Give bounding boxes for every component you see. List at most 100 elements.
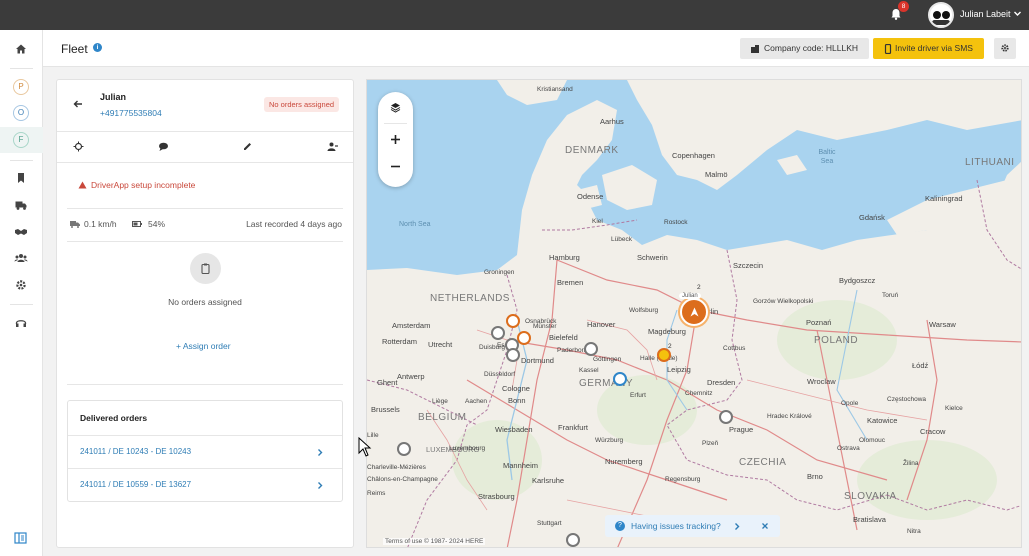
city-label: Bonn bbox=[508, 396, 526, 405]
vehicle-marker[interactable] bbox=[506, 314, 520, 328]
home-icon[interactable] bbox=[14, 42, 28, 56]
vehicle-marker[interactable] bbox=[506, 348, 520, 362]
nav-item-p[interactable]: P bbox=[13, 79, 29, 95]
truck-icon[interactable] bbox=[14, 198, 28, 212]
delivered-orders-title: Delivered orders bbox=[80, 413, 148, 423]
navigation-arrow-icon bbox=[690, 307, 699, 317]
city-label: Charleville-Mézières bbox=[367, 464, 426, 471]
city-label: Hanover bbox=[587, 320, 616, 329]
zoom-in-icon[interactable] bbox=[390, 134, 401, 145]
user-name[interactable]: Julian Labeit bbox=[960, 9, 1011, 19]
map-controls bbox=[378, 92, 413, 187]
zoom-out-icon[interactable] bbox=[390, 161, 401, 172]
city-label: Nitra bbox=[907, 528, 921, 535]
tracking-help-banner[interactable]: ? Having issues tracking? bbox=[605, 515, 780, 537]
avatar[interactable] bbox=[928, 2, 954, 28]
city-label: Kristiansand bbox=[537, 86, 573, 93]
city-label: Wroclaw bbox=[807, 377, 836, 386]
city-label: Antwerp bbox=[397, 372, 425, 381]
vehicle-marker[interactable] bbox=[613, 372, 627, 386]
city-label: Würzburg bbox=[595, 437, 624, 444]
vehicle-marker[interactable] bbox=[491, 326, 505, 340]
country-label: BELGIUM bbox=[418, 412, 467, 423]
layers-icon[interactable] bbox=[390, 102, 401, 113]
building-icon bbox=[751, 45, 759, 53]
vehicle-marker[interactable] bbox=[517, 331, 531, 345]
city-label: Frankfurt bbox=[558, 423, 589, 432]
tracking-help-text: Having issues tracking? bbox=[631, 521, 721, 531]
city-label: Chemnitz bbox=[685, 390, 713, 397]
country-label: NETHERLANDS bbox=[430, 293, 510, 304]
nav-item-f[interactable]: F bbox=[13, 132, 29, 148]
back-arrow-icon[interactable] bbox=[72, 98, 84, 110]
assign-order-label: Assign order bbox=[182, 341, 231, 351]
city-label: Toruń bbox=[882, 292, 899, 299]
delivered-orders-card: Delivered orders 241011 / DE 10243 - DE … bbox=[67, 400, 343, 502]
battery-icon bbox=[132, 221, 142, 227]
city-label: Bratislava bbox=[853, 515, 886, 524]
handshake-icon[interactable] bbox=[14, 225, 28, 239]
locate-icon[interactable] bbox=[73, 141, 84, 152]
delivered-order-row[interactable]: 241011 / DE 10559 - DE 13627 bbox=[68, 468, 342, 501]
team-icon[interactable] bbox=[14, 251, 28, 265]
status-badge: No orders assigned bbox=[264, 97, 340, 112]
assign-order-button[interactable]: + Assign order bbox=[176, 341, 231, 351]
city-label: Mannheim bbox=[503, 461, 539, 470]
top-bar: 8 Julian Labeit bbox=[0, 0, 1029, 30]
warning-icon bbox=[78, 181, 87, 189]
settings-button[interactable] bbox=[994, 38, 1016, 59]
country-label: POLAND bbox=[814, 335, 859, 346]
city-label: Karlsruhe bbox=[532, 476, 565, 485]
truck-icon bbox=[70, 221, 80, 228]
city-label: Erfurt bbox=[630, 392, 646, 399]
remove-user-icon[interactable] bbox=[327, 141, 338, 152]
driver-phone[interactable]: +491775535804 bbox=[100, 108, 162, 118]
headset-icon[interactable] bbox=[14, 316, 28, 330]
vehicle-marker[interactable] bbox=[566, 533, 580, 547]
page-header: Fleet i Company code: HLLLKH Invite driv… bbox=[43, 30, 1029, 67]
city-label: Malmö bbox=[705, 170, 728, 179]
city-label: Amsterdam bbox=[392, 321, 431, 330]
invite-driver-button[interactable]: Invite driver via SMS bbox=[873, 38, 984, 59]
city-label: Łódź bbox=[912, 361, 929, 370]
vehicle-marker[interactable] bbox=[397, 442, 411, 456]
map-attribution[interactable]: Terms of use © 1987- 2024 HERE bbox=[383, 538, 486, 545]
city-label: Cottbus bbox=[723, 345, 746, 352]
city-label: Göttingen bbox=[593, 356, 622, 363]
city-label: Aarhus bbox=[600, 117, 624, 126]
setup-warning: DriverApp setup incomplete bbox=[91, 180, 196, 190]
city-label: Hradec Králové bbox=[767, 413, 812, 420]
phone-icon bbox=[884, 44, 892, 54]
close-icon[interactable] bbox=[761, 522, 769, 530]
gear-icon[interactable] bbox=[14, 278, 28, 292]
delivered-order-row[interactable]: 241011 / DE 10243 - DE 10243 bbox=[68, 435, 342, 468]
chat-icon[interactable] bbox=[158, 141, 169, 152]
city-label: Dortmund bbox=[521, 356, 554, 365]
city-label: Düsseldorf bbox=[484, 371, 516, 378]
city-label: Odense bbox=[577, 192, 604, 201]
vehicle-marker[interactable] bbox=[719, 410, 733, 424]
sidebar-toggle-icon[interactable] bbox=[14, 532, 27, 544]
driver-location-marker[interactable] bbox=[680, 298, 708, 326]
bookmark-icon[interactable] bbox=[14, 171, 28, 185]
country-label: LITHUANI bbox=[965, 157, 1015, 168]
city-label: Bremen bbox=[557, 278, 584, 287]
chevron-down-icon[interactable] bbox=[1013, 9, 1022, 18]
chevron-right-icon bbox=[318, 449, 323, 456]
city-label: Bydgoszcz bbox=[839, 276, 876, 285]
company-code-button[interactable]: Company code: HLLLKH bbox=[740, 38, 869, 59]
city-label: Poznań bbox=[806, 318, 832, 327]
city-label: Bielefeld bbox=[549, 333, 578, 342]
info-icon[interactable]: i bbox=[93, 43, 102, 52]
city-label: Hamburg bbox=[549, 253, 580, 262]
city-label: Nuremberg bbox=[605, 457, 643, 466]
chevron-right-icon[interactable] bbox=[733, 522, 741, 531]
page-title: Fleet bbox=[61, 42, 88, 56]
sea-label: Baltic Sea bbox=[818, 149, 836, 165]
city-label: Katowice bbox=[867, 416, 898, 425]
fleet-map[interactable]: DENMARK NETHERLANDS GERMANY POLAND BELGI… bbox=[366, 79, 1022, 548]
vehicle-marker[interactable] bbox=[584, 342, 598, 356]
nav-item-o[interactable]: O bbox=[13, 105, 29, 121]
edit-pencil-icon[interactable] bbox=[242, 141, 253, 152]
vehicle-marker[interactable] bbox=[657, 348, 671, 362]
